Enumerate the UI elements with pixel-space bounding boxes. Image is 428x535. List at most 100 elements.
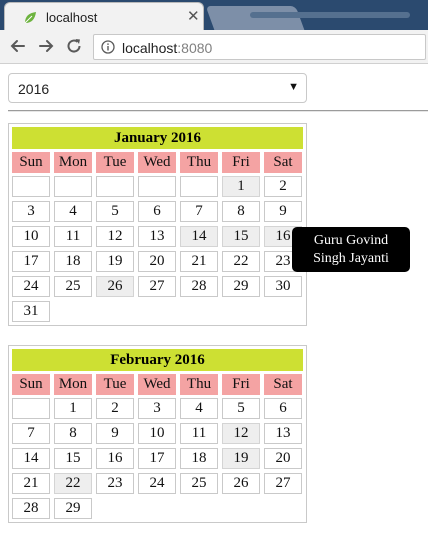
day-cell[interactable]: 7 xyxy=(12,423,50,444)
weekday-header: Thu xyxy=(180,374,218,395)
weekday-header: Fri xyxy=(222,374,260,395)
empty-day-cell xyxy=(180,176,218,197)
weekday-header: Wed xyxy=(138,374,176,395)
year-select-value: 2016 xyxy=(18,81,50,97)
holiday-day-cell[interactable]: 26 xyxy=(96,276,134,297)
holiday-day-cell[interactable]: 14 xyxy=(180,226,218,247)
empty-day-cell xyxy=(96,176,134,197)
day-cell[interactable]: 10 xyxy=(138,423,176,444)
day-cell[interactable]: 10 xyxy=(12,226,50,247)
holiday-tooltip: Guru Govind Singh Jayanti xyxy=(292,227,410,272)
day-cell[interactable]: 18 xyxy=(54,251,92,272)
day-cell[interactable]: 14 xyxy=(12,448,50,469)
weekday-header: Fri xyxy=(222,152,260,173)
reload-icon[interactable] xyxy=(64,36,84,56)
tab-strip: localhost ✕ xyxy=(0,0,428,30)
day-cell[interactable]: 30 xyxy=(264,276,302,297)
weekday-header: Tue xyxy=(96,374,134,395)
day-cell[interactable]: 5 xyxy=(96,201,134,222)
day-cell[interactable]: 3 xyxy=(138,398,176,419)
holiday-day-cell[interactable]: 12 xyxy=(222,423,260,444)
day-cell[interactable]: 17 xyxy=(12,251,50,272)
day-cell[interactable]: 16 xyxy=(96,448,134,469)
day-cell[interactable]: 21 xyxy=(12,473,50,494)
day-cell[interactable]: 28 xyxy=(12,498,50,519)
leaf-icon xyxy=(24,12,36,24)
day-cell[interactable]: 3 xyxy=(12,201,50,222)
weekday-header: Thu xyxy=(180,152,218,173)
day-cell[interactable]: 19 xyxy=(96,251,134,272)
month-calendar-february: February 2016 Sun Mon Tue Wed Thu Fri Sat 1 2 3 4 5… xyxy=(8,345,307,523)
browser-window: localhost ✕ localhost:8080 2016 ▼ Januar… xyxy=(0,0,428,535)
holiday-day-cell[interactable]: 15 xyxy=(222,226,260,247)
day-cell[interactable]: 25 xyxy=(180,473,218,494)
empty-day-cell xyxy=(12,398,50,419)
day-cell[interactable]: 29 xyxy=(54,498,92,519)
day-cell[interactable]: 24 xyxy=(12,276,50,297)
month-title: February 2016 xyxy=(12,349,303,371)
holiday-day-cell[interactable]: 1 xyxy=(222,176,260,197)
day-cell[interactable]: 2 xyxy=(264,176,302,197)
arrow-right-icon[interactable] xyxy=(36,36,56,56)
tab-title: localhost xyxy=(46,10,98,25)
day-cell[interactable]: 4 xyxy=(180,398,218,419)
tab-inactive[interactable] xyxy=(205,6,305,30)
url-port: :8080 xyxy=(177,40,213,56)
day-cell[interactable]: 22 xyxy=(222,251,260,272)
day-cell[interactable]: 9 xyxy=(96,423,134,444)
day-cell[interactable]: 2 xyxy=(96,398,134,419)
day-cell[interactable]: 8 xyxy=(222,201,260,222)
address-bar[interactable]: localhost:8080 xyxy=(93,34,426,60)
day-cell[interactable]: 27 xyxy=(264,473,302,494)
weekday-header: Mon xyxy=(54,374,92,395)
tab-inactive-title-blurred xyxy=(250,12,410,18)
day-cell[interactable]: 25 xyxy=(54,276,92,297)
day-cell[interactable]: 26 xyxy=(222,473,260,494)
day-cell[interactable]: 4 xyxy=(54,201,92,222)
weekday-header: Sat xyxy=(264,374,302,395)
day-cell[interactable]: 15 xyxy=(54,448,92,469)
holiday-day-cell[interactable]: 22 xyxy=(54,473,92,494)
arrow-left-icon[interactable] xyxy=(8,36,28,56)
month-calendar-january: January 2016 Sun Mon Tue Wed Thu Fri Sat 1 2 3 4 5 6… xyxy=(8,123,307,326)
weekday-header: Sun xyxy=(12,374,50,395)
divider xyxy=(8,110,428,112)
year-select[interactable]: 2016 ▼ xyxy=(8,73,307,103)
day-cell[interactable]: 20 xyxy=(138,251,176,272)
day-cell[interactable]: 23 xyxy=(96,473,134,494)
day-cell[interactable]: 20 xyxy=(264,448,302,469)
weekday-header: Sat xyxy=(264,152,302,173)
day-cell[interactable]: 28 xyxy=(180,276,218,297)
day-cell[interactable]: 31 xyxy=(12,301,50,322)
day-cell[interactable]: 6 xyxy=(138,201,176,222)
day-cell[interactable]: 29 xyxy=(222,276,260,297)
month-title: January 2016 xyxy=(12,127,303,149)
empty-day-cell xyxy=(138,176,176,197)
day-cell[interactable]: 27 xyxy=(138,276,176,297)
weekday-header: Tue xyxy=(96,152,134,173)
url-host: localhost xyxy=(122,40,178,56)
day-cell[interactable]: 11 xyxy=(180,423,218,444)
day-cell[interactable]: 21 xyxy=(180,251,218,272)
tab-localhost[interactable]: localhost ✕ xyxy=(4,2,204,30)
day-cell[interactable]: 17 xyxy=(138,448,176,469)
day-cell[interactable]: 5 xyxy=(222,398,260,419)
day-cell[interactable]: 1 xyxy=(54,398,92,419)
info-icon[interactable] xyxy=(101,40,115,54)
day-cell[interactable]: 13 xyxy=(264,423,302,444)
day-cell[interactable]: 13 xyxy=(138,226,176,247)
holiday-day-cell[interactable]: 19 xyxy=(222,448,260,469)
day-cell[interactable]: 8 xyxy=(54,423,92,444)
weekday-header: Sun xyxy=(12,152,50,173)
close-icon[interactable]: ✕ xyxy=(187,7,200,25)
tooltip-line-1: Guru Govind xyxy=(313,233,389,248)
day-cell[interactable]: 12 xyxy=(96,226,134,247)
day-cell[interactable]: 24 xyxy=(138,473,176,494)
chevron-down-icon: ▼ xyxy=(288,81,299,93)
url-text: localhost:8080 xyxy=(122,40,212,56)
day-cell[interactable]: 6 xyxy=(264,398,302,419)
day-cell[interactable]: 7 xyxy=(180,201,218,222)
day-cell[interactable]: 9 xyxy=(264,201,302,222)
day-cell[interactable]: 18 xyxy=(180,448,218,469)
day-cell[interactable]: 11 xyxy=(54,226,92,247)
